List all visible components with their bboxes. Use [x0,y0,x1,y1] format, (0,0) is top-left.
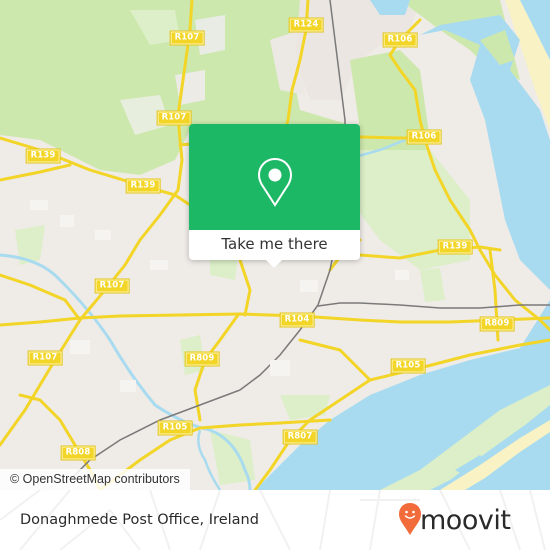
road-label-r809: R809 [184,351,220,367]
moovit-smiley-pin-icon [399,503,421,535]
road-label-r124: R124 [288,17,324,33]
road-label-r139: R139 [125,178,161,194]
road-label-r808: R808 [60,445,96,461]
popup-header [189,124,360,230]
take-me-there-popup[interactable]: Take me there [189,124,360,268]
road-label-r139: R139 [25,148,61,164]
road-label-r809: R809 [479,316,515,332]
road-label-r104: R104 [279,312,315,328]
road-label-r807: R807 [282,429,318,445]
road-label-r106: R106 [382,32,418,48]
road-label-r106: R106 [406,129,442,145]
road-label-r105: R105 [390,358,426,374]
map-attribution[interactable]: © OpenStreetMap contributors [0,469,190,490]
road-label-r139: R139 [437,239,473,255]
place-name: Donaghmede Post Office, Ireland [20,512,259,528]
road-label-r107: R107 [156,110,192,126]
popup-pointer [266,260,282,268]
road-label-r107: R107 [94,278,130,294]
road-label-r107: R107 [169,30,205,46]
road-label-r105: R105 [157,420,193,436]
footer: Donaghmede Post Office, Ireland moovit [0,490,550,550]
map-view[interactable]: R124 R107 R106 R107 R106 R139 R139 R139 R107 R104… [0,0,550,490]
road-label-r107: R107 [27,350,63,366]
take-me-there-button[interactable]: Take me there [189,230,360,260]
moovit-wordmark: moovit [420,505,511,536]
map-pin-icon [257,157,293,207]
